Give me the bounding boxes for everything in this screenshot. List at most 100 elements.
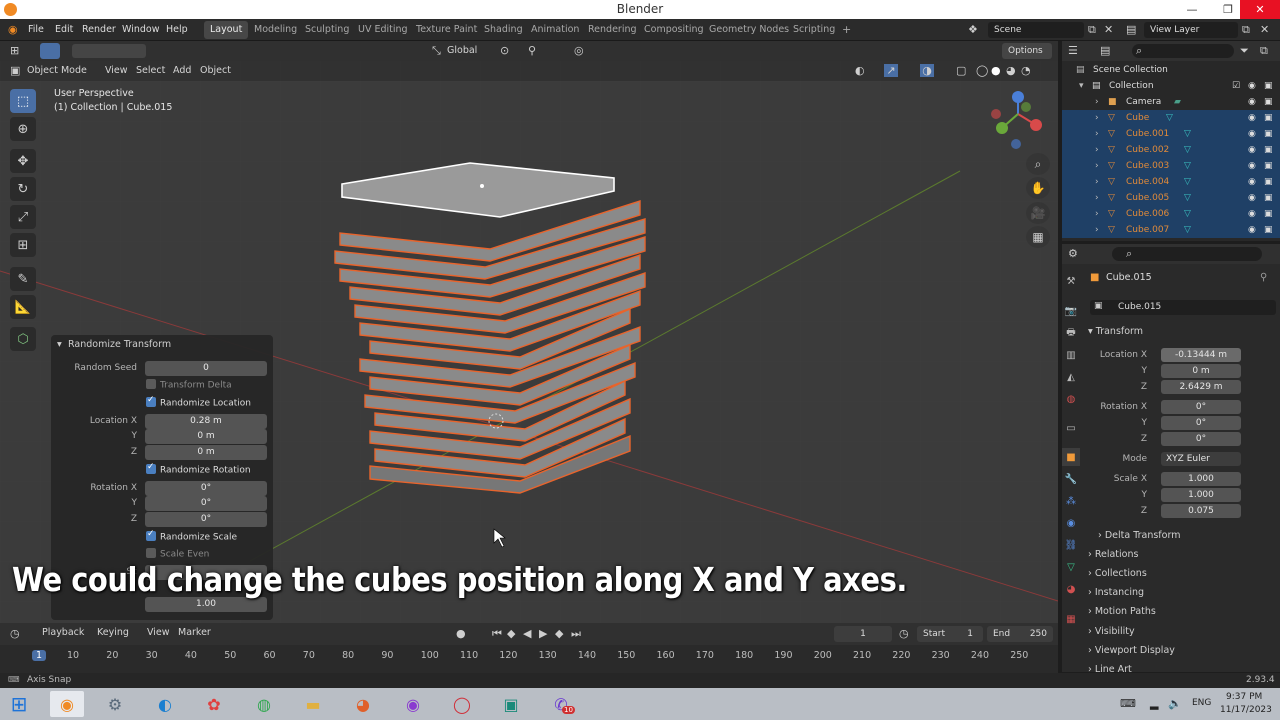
- blender-taskbar-icon[interactable]: ◉: [50, 691, 84, 717]
- outliner-editor-icon[interactable]: ☰: [1068, 44, 1078, 57]
- pan-hand-icon[interactable]: ✋: [1026, 177, 1050, 199]
- camera-render-icon[interactable]: ▣: [1264, 158, 1273, 174]
- rotation-x-field[interactable]: 0°: [1161, 400, 1241, 414]
- viewport-display-section[interactable]: › Viewport Display: [1088, 645, 1175, 656]
- jump-start-icon[interactable]: ⏮: [492, 627, 502, 641]
- new-collection-icon[interactable]: ⧉: [1260, 44, 1268, 58]
- options-dropdown[interactable]: Options: [1002, 43, 1052, 59]
- close-button[interactable]: ✕: [1240, 0, 1280, 19]
- rendered-shading-icon[interactable]: ◔: [1021, 64, 1031, 77]
- outliner-row-cube-007[interactable]: › ▽ Cube.007 ▽ ◉ ▣: [1062, 222, 1280, 238]
- timeline-editor-icon[interactable]: ◷: [10, 627, 20, 640]
- menu-render[interactable]: Render: [82, 22, 116, 38]
- tab-sculpting[interactable]: Sculpting: [299, 21, 355, 39]
- camera-render-icon[interactable]: ▣: [1264, 110, 1273, 126]
- expand-chevron-icon[interactable]: ▾: [1079, 78, 1084, 94]
- keying-menu[interactable]: Keying: [97, 627, 129, 638]
- menu-edit[interactable]: Edit: [55, 22, 73, 38]
- playback-menu[interactable]: Playback: [42, 627, 84, 638]
- eye-icon[interactable]: ◉: [1248, 94, 1256, 110]
- display-mode-icon[interactable]: ▤: [1100, 44, 1110, 57]
- move-tool-icon[interactable]: ✥: [10, 149, 36, 173]
- menu-view[interactable]: View: [105, 65, 128, 76]
- timeline-view-menu[interactable]: View: [147, 627, 170, 638]
- scene-selector[interactable]: Scene: [988, 22, 1084, 38]
- new-scene-icon[interactable]: ⧉: [1088, 23, 1096, 37]
- visibility-section[interactable]: › Visibility: [1088, 626, 1135, 637]
- location-z-field[interactable]: 2.6429 m: [1161, 380, 1241, 394]
- firefox-taskbar-icon[interactable]: ◕: [346, 691, 380, 717]
- collection-tab-icon[interactable]: ▭: [1062, 419, 1080, 437]
- outliner-row-scene-collection[interactable]: ▤ Scene Collection: [1062, 62, 1280, 78]
- blender-menu-icon[interactable]: ◉: [8, 23, 18, 36]
- windows-start-icon[interactable]: ⊞: [2, 691, 36, 717]
- clock-date[interactable]: 11/17/2023: [1220, 705, 1272, 715]
- location-x-field[interactable]: 0.28 m: [145, 414, 267, 429]
- delta-transform-section[interactable]: › Delta Transform: [1098, 530, 1180, 541]
- expand-chevron-icon[interactable]: ›: [1095, 158, 1099, 174]
- annotate-tool-icon[interactable]: ✎: [10, 267, 36, 291]
- gizmo-toggle-icon[interactable]: ↗: [884, 64, 898, 77]
- expand-chevron-icon[interactable]: ›: [1095, 110, 1099, 126]
- zoom-icon[interactable]: ⌕: [1026, 153, 1050, 175]
- menu-help[interactable]: Help: [166, 22, 188, 38]
- proportional-edit-icon[interactable]: ◎: [574, 44, 584, 57]
- rotation-y-field[interactable]: 0°: [1161, 416, 1241, 430]
- end-frame-field[interactable]: End 250: [987, 626, 1053, 642]
- delete-scene-icon[interactable]: ✕: [1104, 23, 1113, 36]
- rotation-x-field[interactable]: 0°: [145, 481, 267, 496]
- tool-tab-icon[interactable]: ⚒: [1062, 272, 1080, 290]
- scene-icon[interactable]: ❖: [968, 23, 978, 36]
- relations-section[interactable]: › Relations: [1088, 549, 1138, 560]
- output-tab-icon[interactable]: 🖶: [1062, 324, 1080, 342]
- tab-uv-editing[interactable]: UV Editing: [352, 21, 414, 39]
- filter-icon[interactable]: ⏷: [1240, 44, 1249, 58]
- chrome-taskbar-icon[interactable]: ◍: [247, 691, 281, 717]
- snap-icon[interactable]: ⚲: [528, 44, 536, 57]
- object-mode-dropdown[interactable]: Object Mode: [27, 65, 87, 76]
- outliner-row-camera[interactable]: › ■ Camera ▰ ◉ ▣: [1062, 94, 1280, 110]
- randomize-scale-checkbox[interactable]: Randomize Scale: [146, 529, 237, 543]
- preview-range-icon[interactable]: ◷: [899, 627, 909, 640]
- eye-icon[interactable]: ◉: [1248, 158, 1256, 174]
- scale-y-field[interactable]: 1.000: [1161, 488, 1241, 502]
- selection-mode-buttons[interactable]: [72, 44, 146, 58]
- outliner-row-cube-004[interactable]: › ▽ Cube.004 ▽ ◉ ▣: [1062, 174, 1280, 190]
- tab-scripting[interactable]: Scripting: [787, 21, 841, 39]
- eye-icon[interactable]: ◉: [1248, 110, 1256, 126]
- physics-tab-icon[interactable]: ◉: [1062, 514, 1080, 532]
- texture-tab-icon[interactable]: ▦: [1062, 610, 1080, 628]
- constraints-tab-icon[interactable]: ⛓: [1062, 536, 1080, 554]
- motion-paths-section[interactable]: › Motion Paths: [1088, 606, 1156, 617]
- edge-taskbar-icon[interactable]: ◐: [148, 691, 182, 717]
- language-indicator[interactable]: ENG: [1192, 698, 1211, 708]
- app3-taskbar-icon[interactable]: ▣: [494, 691, 528, 717]
- view-layer-selector[interactable]: View Layer: [1144, 22, 1238, 38]
- pivot-icon[interactable]: ⊙: [500, 44, 509, 57]
- perspective-toggle-icon[interactable]: ▦: [1026, 226, 1050, 248]
- eye-icon[interactable]: ◉: [1248, 206, 1256, 222]
- outliner-row-cube-006[interactable]: › ▽ Cube.006 ▽ ◉ ▣: [1062, 206, 1280, 222]
- tab-texture-paint[interactable]: Texture Paint: [410, 21, 483, 39]
- play-icon[interactable]: ▶: [539, 627, 547, 640]
- scale-z-field[interactable]: 0.075: [1161, 504, 1241, 518]
- modifier-tab-icon[interactable]: 🔧: [1062, 470, 1080, 488]
- outliner-search-input[interactable]: [1132, 44, 1234, 58]
- settings-taskbar-icon[interactable]: ⚙: [98, 691, 132, 717]
- random-seed-field[interactable]: 0: [145, 361, 267, 376]
- location-x-field[interactable]: -0.13444 m: [1161, 348, 1241, 362]
- jump-end-icon[interactable]: ⏭: [571, 627, 581, 641]
- tab-rendering[interactable]: Rendering: [582, 21, 643, 39]
- expand-chevron-icon[interactable]: ›: [1095, 126, 1099, 142]
- eye-icon[interactable]: ◉: [1248, 142, 1256, 158]
- eye-icon[interactable]: ◉: [1248, 174, 1256, 190]
- tab-geometry-nodes[interactable]: Geometry Nodes: [703, 21, 795, 39]
- menu-object[interactable]: Object: [200, 65, 231, 76]
- select-box-icon[interactable]: [40, 43, 60, 59]
- scale-even-checkbox[interactable]: Scale Even: [146, 548, 209, 560]
- camera-render-icon[interactable]: ▣: [1264, 126, 1273, 142]
- app-taskbar-icon[interactable]: ✿: [197, 691, 231, 717]
- select-tool-icon[interactable]: ⬚: [10, 89, 36, 113]
- camera-render-icon[interactable]: ▣: [1264, 206, 1273, 222]
- editor-type-icon[interactable]: ⊞: [10, 44, 19, 57]
